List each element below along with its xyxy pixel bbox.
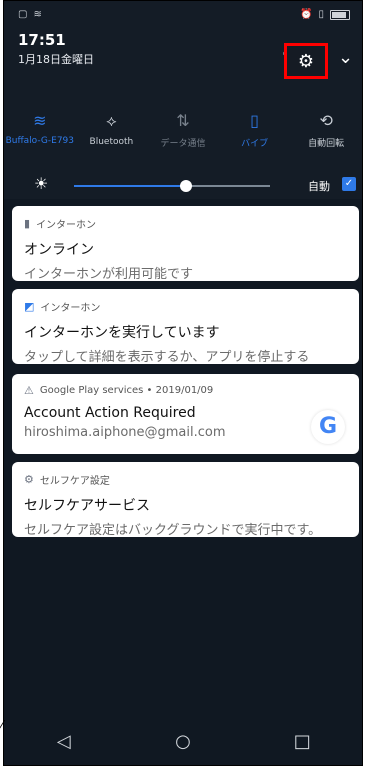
- notification-app: インターホン: [36, 220, 97, 231]
- notification-text: セルフケア設定はバックグラウンドで実行中です。: [24, 523, 322, 538]
- sim-icon: ▢: [18, 9, 28, 20]
- brightness-slider[interactable]: [74, 180, 270, 192]
- back-icon[interactable]: ◁: [34, 731, 94, 761]
- intercom-app-icon: ◩: [24, 300, 35, 313]
- notification-google-play-services[interactable]: ⚠ Google Play services • 2019/01/09 Acco…: [12, 374, 359, 454]
- chevron-down-icon[interactable]: ⌄: [338, 47, 353, 68]
- notification-title: オンライン: [24, 242, 94, 258]
- notification-title: インターホンを実行しています: [24, 325, 220, 341]
- clock-time: 17:51: [18, 31, 66, 49]
- corner-mark-icon: ⁄: [1, 718, 4, 732]
- google-icon: G: [311, 410, 345, 444]
- phone-screen: ▢ ≋ ⏰ ▯ 17:51 1月18日金曜日 ✎ ⚙ ⌄ ≋ Buffalo-G…: [3, 0, 363, 766]
- notification-title: Account Action Required: [24, 405, 196, 421]
- tile-vibrate[interactable]: ▯ バイブ: [219, 111, 291, 156]
- brightness-icon: ☀: [34, 174, 49, 193]
- notification-intercom-running[interactable]: ◩ インターホン インターホンを実行しています タップして詳細を表示するか、アプ…: [12, 289, 359, 365]
- notification-intercom-online[interactable]: ▮ インターホン オンライン インターホンが利用可能です: [12, 206, 359, 282]
- brightness-slider-knob[interactable]: [180, 180, 192, 192]
- warning-icon: ⚠: [24, 384, 34, 397]
- notification-text: インターホンが利用可能です: [24, 267, 194, 282]
- notification-app: インターホン: [40, 303, 101, 314]
- settings-button[interactable]: ⚙: [284, 43, 328, 79]
- auto-brightness-label: 自動: [308, 180, 330, 193]
- alarm-icon: ⏰: [300, 9, 313, 20]
- bluetooth-icon: ⟡: [106, 111, 117, 130]
- vibrate-icon: ▯: [318, 9, 324, 20]
- rotate-icon: ⟲: [319, 111, 333, 130]
- tile-mobile-data[interactable]: ⇅ データ通信: [147, 111, 219, 156]
- notification-text: hiroshima.aiphone@gmail.com: [24, 425, 226, 440]
- tile-rotate-label: 自動回転: [308, 139, 345, 149]
- status-bar: ▢ ≋ ⏰ ▯: [18, 9, 350, 27]
- notification-selfcare[interactable]: ⚙ セルフケア設定 セルフケアサービス セルフケア設定はバックグラウンドで実行中…: [12, 462, 359, 538]
- brightness-row: ☀ 自動 ✓: [4, 174, 362, 196]
- notification-app: セルフケア設定: [39, 476, 110, 487]
- tile-vibrate-label: バイブ: [241, 139, 269, 149]
- notification-text: タップして詳細を表示するか、アプリを停止する: [24, 350, 310, 365]
- wifi-icon: ≋: [33, 111, 47, 130]
- home-icon[interactable]: ○: [153, 731, 213, 761]
- navigation-bar: ◁ ○ □: [4, 731, 362, 761]
- gear-icon: ⚙: [297, 50, 315, 72]
- settings-gear-icon: ⚙: [24, 473, 34, 486]
- tile-rotate[interactable]: ⟲ 自動回転: [290, 111, 362, 156]
- notification-app: Google Play services • 2019/01/09: [39, 385, 214, 396]
- notification-title: セルフケアサービス: [24, 498, 150, 514]
- tile-wifi-label: Buffalo-G-E793: [5, 136, 75, 146]
- vibrate-icon: ▯: [250, 111, 259, 130]
- battery-icon: [330, 9, 350, 20]
- clock-date: 1月18日金曜日: [18, 53, 94, 66]
- tile-mobile-data-label: データ通信: [160, 139, 206, 149]
- mobile-data-icon: ⇅: [176, 111, 190, 130]
- recents-icon[interactable]: □: [272, 731, 332, 761]
- quick-tiles: ≋ Buffalo-G-E793 ⟡ Bluetooth ⇅ データ通信 ▯ バ…: [4, 111, 362, 156]
- auto-brightness-checkbox[interactable]: ✓: [342, 177, 356, 191]
- wifi-icon: ≋: [33, 9, 42, 20]
- phone-icon: ▮: [24, 217, 31, 230]
- tile-bluetooth[interactable]: ⟡ Bluetooth: [76, 111, 148, 156]
- tile-bluetooth-label: Bluetooth: [89, 137, 134, 147]
- brightness-slider-fill: [74, 185, 186, 187]
- tile-wifi[interactable]: ≋ Buffalo-G-E793: [4, 111, 76, 156]
